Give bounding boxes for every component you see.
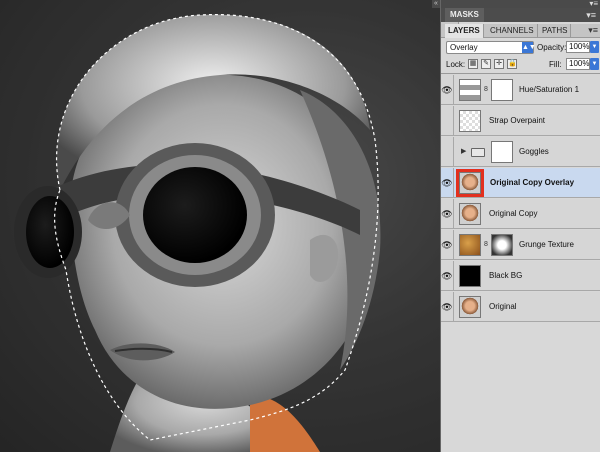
layer-thumbnail — [459, 203, 481, 225]
lock-label: Lock: — [446, 60, 466, 69]
layer-name: Grunge Texture — [519, 240, 574, 249]
fill-label: Fill: — [549, 60, 562, 69]
masks-menu-icon[interactable]: ▾≡ — [586, 9, 596, 21]
link-icon: 8 — [484, 241, 488, 248]
eye-icon[interactable]: 👁 — [441, 199, 454, 229]
chevron-down-icon: ▲▼ — [522, 42, 536, 53]
opacity-label: Opacity: — [537, 43, 567, 52]
layer-row-hue-saturation[interactable]: 👁 8 Hue/Saturation 1 — [441, 75, 600, 105]
folder-icon — [471, 148, 485, 157]
lock-image-icon[interactable]: ✎ — [481, 59, 491, 69]
eye-icon[interactable] — [441, 106, 454, 136]
layer-thumbnail — [459, 265, 481, 287]
eye-icon[interactable]: 👁 — [441, 261, 454, 291]
panel-menu-icon[interactable]: ▾≡ — [589, 0, 598, 8]
layer-row-black-bg[interactable]: 👁 Black BG — [441, 261, 600, 291]
eye-icon[interactable]: 👁 — [441, 168, 454, 198]
layer-name: Hue/Saturation 1 — [519, 85, 580, 94]
fill-field[interactable]: 100% — [566, 58, 590, 70]
tab-paths[interactable]: PATHS — [539, 24, 572, 38]
lock-position-icon[interactable]: ✛ — [494, 59, 504, 69]
dock-top-strip: ▾≡ — [441, 0, 600, 8]
adjustment-thumbnail — [459, 79, 481, 101]
eye-icon[interactable]: 👁 — [441, 292, 454, 322]
layer-name: Goggles — [519, 147, 549, 156]
tab-masks[interactable]: MASKS — [445, 8, 484, 22]
layer-row-original-copy[interactable]: 👁 Original Copy — [441, 199, 600, 229]
eye-icon[interactable]: 👁 — [441, 230, 454, 260]
mask-thumbnail — [491, 141, 513, 163]
layer-name: Original Copy Overlay — [490, 178, 575, 187]
layer-thumbnail — [459, 234, 481, 256]
tab-layers[interactable]: LAYERS — [445, 24, 484, 38]
collapse-panels-icon[interactable]: « — [432, 0, 440, 8]
fill-dropdown-icon[interactable]: ▼ — [590, 58, 599, 70]
lock-all-icon[interactable]: 🔒 — [507, 59, 517, 69]
layer-thumbnail — [459, 110, 481, 132]
mask-thumbnail — [491, 234, 513, 256]
document-canvas[interactable] — [0, 0, 440, 452]
layer-name: Strap Overpaint — [489, 116, 546, 125]
tab-channels[interactable]: CHANNELS — [487, 24, 538, 38]
panel-tabbar: LAYERS CHANNELS PATHS ▾≡ — [441, 24, 600, 38]
layer-row-goggles[interactable]: ▶ Goggles — [441, 137, 600, 167]
layer-row-original-copy-overlay[interactable]: 👁 Original Copy Overlay — [441, 168, 600, 198]
opacity-dropdown-icon[interactable]: ▼ — [590, 41, 599, 53]
eye-icon[interactable]: 👁 — [441, 75, 454, 105]
layer-row-original[interactable]: 👁 Original — [441, 292, 600, 322]
layer-name: Black BG — [489, 271, 523, 280]
blend-mode-select[interactable]: Overlay ▲▼ — [446, 41, 536, 54]
layers-list: 👁 8 Hue/Saturation 1 Strap Overpaint ▶ G… — [441, 75, 600, 452]
lock-transparent-icon[interactable]: ▦ — [468, 59, 478, 69]
blend-mode-value: Overlay — [450, 43, 478, 52]
link-icon: 8 — [484, 86, 488, 93]
expand-arrow-icon[interactable]: ▶ — [461, 137, 466, 167]
layer-row-strap-overpaint[interactable]: Strap Overpaint — [441, 106, 600, 136]
photo-artwork — [0, 0, 440, 452]
layers-panel-dock: ▾≡ MASKS ▾≡ ⛓ ☸ LAYERS CHANNELS PATHS ▾≡… — [440, 0, 600, 452]
layer-name: Original — [489, 302, 517, 311]
layer-thumbnail — [459, 296, 481, 318]
layers-menu-icon[interactable]: ▾≡ — [588, 25, 598, 36]
eye-icon[interactable] — [441, 137, 454, 167]
layer-options: Overlay ▲▼ Opacity: 100% ▼ Lock: ▦ ✎ ✛ 🔒… — [441, 38, 600, 74]
layer-name: Original Copy — [489, 209, 538, 218]
opacity-field[interactable]: 100% — [566, 41, 590, 53]
mask-thumbnail — [491, 79, 513, 101]
thumbnail-callout-highlight — [456, 169, 484, 197]
layer-row-grunge-texture[interactable]: 👁 8 Grunge Texture — [441, 230, 600, 260]
